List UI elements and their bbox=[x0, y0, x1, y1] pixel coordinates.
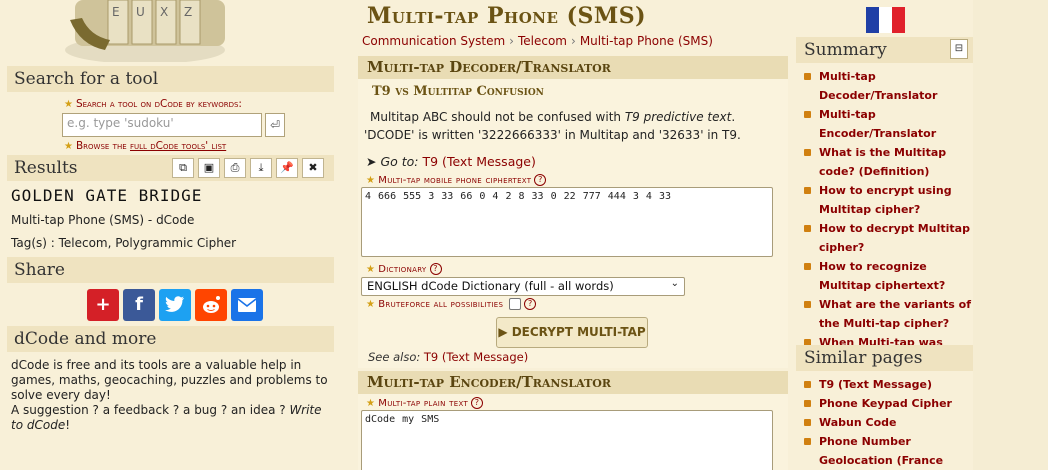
results-toolbar: ⧉ ▣ ⎙ ⤓ 📌 ✖ bbox=[172, 158, 324, 178]
print-icon[interactable]: ⎙ bbox=[224, 158, 246, 178]
bruteforce-checkbox[interactable] bbox=[509, 298, 522, 310]
save-icon[interactable]: ▣ bbox=[198, 158, 220, 178]
decoder-panel-title: Multi-tap Decoder/Translator bbox=[358, 56, 788, 79]
similar-list: T9 (Text Message) Phone Keypad Cipher Wa… bbox=[804, 375, 974, 470]
result-value: GOLDEN GATE BRIDGE bbox=[11, 186, 203, 205]
similar-title: Similar pages bbox=[796, 345, 974, 371]
breadcrumb: Communication System › Telecom › Multi-tap P… bbox=[362, 34, 713, 48]
dcode-logo[interactable]: E U X Z bbox=[50, 0, 240, 64]
summary-item[interactable]: How to recognize Multitap ciphertext? bbox=[804, 257, 974, 295]
confusion-text: Multitap ABC should not be confused with… bbox=[364, 110, 741, 142]
addthis-share-icon[interactable]: + bbox=[87, 289, 119, 321]
see-also-link[interactable]: T9 (Text Message) bbox=[424, 350, 528, 364]
summary-list: Multi-tap Decoder/Translator Multi-tap E… bbox=[804, 67, 974, 371]
browse-tools-link[interactable]: full dCode tools' list bbox=[130, 140, 226, 152]
dictionary-select[interactable]: ENGLISH dCode Dictionary (full - all wor… bbox=[361, 277, 685, 296]
left-sidebar: E U X Z Search for a tool ★ Search a tool… bbox=[0, 0, 345, 470]
see-also: See also: T9 (Text Message) bbox=[368, 350, 529, 364]
goto-line: ➤ Go to: T9 (Text Message) bbox=[366, 154, 536, 169]
close-icon[interactable]: ✖ bbox=[302, 158, 324, 178]
summary-item[interactable]: How to encrypt using Multitap cipher? bbox=[804, 181, 974, 219]
breadcrumb-item[interactable]: Multi-tap Phone (SMS) bbox=[580, 34, 713, 48]
similar-item[interactable]: Wabun Code bbox=[804, 413, 974, 432]
svg-text:U: U bbox=[136, 5, 145, 19]
summary-title: Summary bbox=[796, 37, 974, 63]
summary-item[interactable]: Multi-tap Encoder/Translator bbox=[804, 105, 974, 143]
copy-icon[interactable]: ⧉ bbox=[172, 158, 194, 178]
ciphertext-input[interactable]: 4 666 555 3 33 66 0 4 2 8 33 0 22 777 44… bbox=[361, 187, 773, 257]
right-sidebar: Summary ⊟ Multi-tap Decoder/Translator M… bbox=[793, 0, 974, 470]
search-submit-button[interactable]: ⏎ bbox=[265, 113, 285, 137]
more-section-title: dCode and more bbox=[7, 326, 334, 352]
arrow-icon: ➤ bbox=[366, 154, 381, 169]
more-text: dCode is free and its tools are a valuab… bbox=[11, 358, 328, 432]
summary-item[interactable]: How to decrypt Multitap cipher? bbox=[804, 219, 974, 257]
search-input[interactable]: e.g. type 'sudoku' bbox=[62, 113, 262, 137]
star-icon: ★ bbox=[366, 175, 376, 186]
ciphertext-label: ★ Multi-tap mobile phone ciphertext? bbox=[366, 174, 547, 186]
star-icon: ★ bbox=[366, 299, 376, 310]
enter-icon: ⏎ bbox=[269, 118, 281, 132]
result-tags: Tag(s) : Telecom, Polygrammic Cipher bbox=[11, 236, 237, 250]
search-section-title: Search for a tool bbox=[7, 66, 334, 92]
french-flag-icon[interactable] bbox=[866, 7, 905, 33]
svg-text:E: E bbox=[112, 5, 120, 19]
star-icon: ★ bbox=[64, 99, 73, 110]
chevron-down-icon: ⌄ bbox=[670, 278, 679, 289]
main-content: Multi-tap Phone (SMS) Communication Syst… bbox=[345, 0, 793, 470]
help-icon[interactable]: ? bbox=[534, 174, 547, 186]
decrypt-button[interactable]: ▶ DECRYPT MULTI-TAP bbox=[496, 317, 648, 348]
page-title: Multi-tap Phone (SMS) bbox=[367, 3, 647, 29]
twitter-share-icon[interactable] bbox=[159, 289, 191, 321]
reddit-share-icon[interactable] bbox=[195, 289, 227, 321]
collapse-icon[interactable]: ⊟ bbox=[950, 39, 968, 59]
page-margin bbox=[973, 0, 1048, 470]
summary-item[interactable]: Multi-tap Decoder/Translator bbox=[804, 67, 974, 105]
svg-text:Z: Z bbox=[184, 5, 192, 19]
pin-icon[interactable]: 📌 bbox=[276, 158, 298, 178]
encoder-panel-title: Multi-tap Encoder/Translator bbox=[358, 371, 788, 394]
plaintext-label: ★ Multi-tap plain text? bbox=[366, 397, 484, 409]
similar-item[interactable]: Phone Keypad Cipher bbox=[804, 394, 974, 413]
help-icon[interactable]: ? bbox=[524, 298, 537, 310]
confusion-title: T9 vs Multitap Confusion bbox=[372, 84, 544, 99]
share-buttons: + f bbox=[87, 289, 263, 321]
result-tool-link[interactable]: dCode bbox=[156, 213, 194, 227]
similar-item[interactable]: Phone Number Geolocation (France Only) bbox=[804, 432, 974, 470]
help-icon[interactable]: ? bbox=[429, 263, 442, 275]
help-icon[interactable]: ? bbox=[471, 397, 484, 409]
email-share-icon[interactable] bbox=[231, 289, 263, 321]
share-section-title: Share bbox=[7, 257, 334, 283]
download-icon[interactable]: ⤓ bbox=[250, 158, 272, 178]
svg-text:X: X bbox=[160, 5, 168, 19]
star-icon: ★ bbox=[64, 141, 73, 152]
plaintext-input[interactable]: dCode my SMS bbox=[361, 410, 773, 470]
play-icon: ▶ bbox=[498, 325, 512, 339]
dictionary-label: ★ Dictionary? bbox=[366, 263, 442, 275]
goto-t9-link[interactable]: T9 (Text Message) bbox=[423, 154, 536, 169]
breadcrumb-item[interactable]: Telecom bbox=[518, 34, 567, 48]
bruteforce-label: ★ Bruteforce all possibilities? bbox=[366, 298, 537, 310]
star-icon: ★ bbox=[366, 398, 376, 409]
summary-item[interactable]: What is the Multitap code? (Definition) bbox=[804, 143, 974, 181]
breadcrumb-item[interactable]: Communication System bbox=[362, 34, 505, 48]
facebook-share-icon[interactable]: f bbox=[123, 289, 155, 321]
search-label: ★ Search a tool on dCode by keywords: bbox=[64, 98, 242, 110]
browse-tools: ★ Browse the full dCode tools' list bbox=[64, 140, 227, 152]
summary-item[interactable]: What are the variants of the Multi-tap c… bbox=[804, 295, 974, 333]
result-tool: Multi-tap Phone (SMS) - dCode bbox=[11, 213, 195, 227]
similar-item[interactable]: T9 (Text Message) bbox=[804, 375, 974, 394]
star-icon: ★ bbox=[366, 264, 376, 275]
